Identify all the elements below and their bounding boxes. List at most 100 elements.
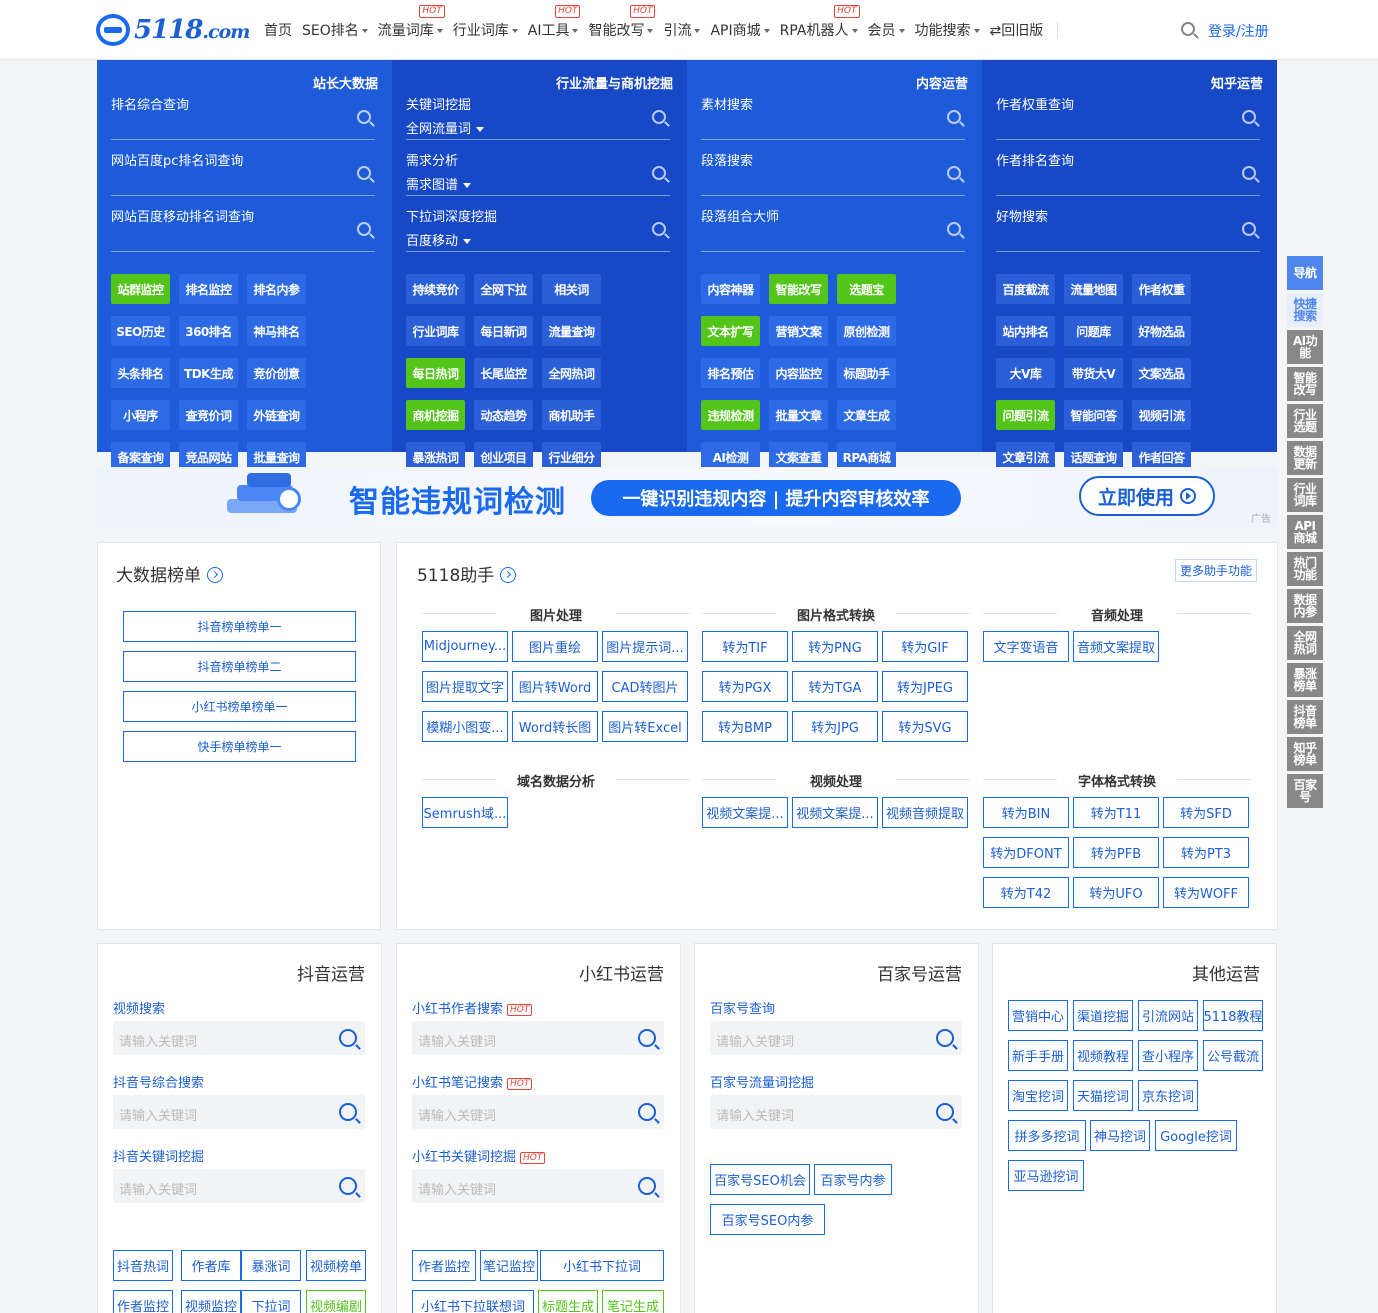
ad-banner[interactable]: 智能违规词检测 一键识别违规内容 | 提升内容审核效率 立即使用 广告 (97, 467, 1277, 527)
search-icon[interactable] (936, 1029, 954, 1047)
nav-item[interactable]: 智能改写 HOT (588, 5, 656, 40)
ops-tool-button[interactable]: 公号截流 (1203, 1040, 1263, 1071)
query-type-select[interactable]: 全网流量词 (406, 118, 485, 137)
side-nav-item[interactable]: 智能改写 (1287, 367, 1323, 401)
ops-tool-button[interactable]: 天猫挖词 (1073, 1080, 1133, 1111)
query-field[interactable]: 排名综合查询 (111, 94, 375, 140)
quick-tool-button[interactable]: 排名内参 (247, 274, 306, 304)
ops-tool-button[interactable]: 5118教程 (1203, 1000, 1263, 1031)
side-nav-item[interactable]: 热门功能 (1287, 552, 1323, 586)
quick-tool-button[interactable]: 每日热词 (406, 358, 465, 388)
ops-tool-button[interactable]: Google挖词 (1155, 1120, 1237, 1151)
nav-item[interactable]: 流量词库 HOT (378, 5, 445, 40)
quick-tool-button[interactable]: 小程序 (111, 400, 170, 430)
quick-tool-button[interactable]: 商机挖掘 (406, 400, 465, 430)
ops-tool-button[interactable]: 抖音热词 (113, 1250, 173, 1281)
quick-tool-button[interactable]: 长尾监控 (474, 358, 533, 388)
tool-button[interactable]: 转为T42 (983, 877, 1069, 908)
ops-tool-button[interactable]: 视频编剧 (306, 1290, 366, 1313)
side-nav-item[interactable]: 导航 (1287, 256, 1323, 290)
nav-item[interactable]: 功能搜索 (915, 20, 980, 40)
search-input[interactable]: 请输入关键词 (710, 1021, 962, 1055)
search-icon[interactable] (652, 222, 666, 236)
ops-tool-button[interactable]: 百家号内参 (814, 1164, 892, 1195)
quick-tool-button[interactable]: 流量地图 (1064, 274, 1123, 304)
ops-tool-button[interactable]: 下拉词 (241, 1290, 301, 1313)
ops-tool-button[interactable]: 百家号SEO机会 (710, 1164, 810, 1195)
side-nav-item[interactable]: 数据更新 (1287, 441, 1323, 475)
nav-item[interactable]: SEO排名 (302, 20, 368, 40)
quick-tool-button[interactable]: 头条排名 (111, 358, 170, 388)
quick-tool-button[interactable]: 大V库 (996, 358, 1055, 388)
quick-tool-button[interactable]: 文案选品 (1132, 358, 1191, 388)
quick-tool-button[interactable]: 问题引流 (996, 400, 1055, 430)
query-field[interactable]: 下拉词深度挖掘 百度移动 (406, 206, 670, 252)
ops-tool-button[interactable]: 京东挖词 (1138, 1080, 1198, 1111)
nav-item[interactable]: ⇄回旧版 (990, 20, 1044, 40)
query-type-select[interactable]: 百度移动 (406, 230, 472, 249)
tool-button[interactable]: 图片提示词... (602, 631, 688, 662)
tool-button[interactable]: 模糊小图变... (422, 711, 508, 742)
banner-cta-button[interactable]: 立即使用 (1079, 476, 1215, 516)
ops-tool-button[interactable]: 新手手册 (1008, 1040, 1068, 1071)
query-field[interactable]: 好物搜索 (996, 206, 1260, 252)
search-icon[interactable] (339, 1177, 357, 1195)
quick-tool-button[interactable]: 带货大V (1064, 358, 1123, 388)
quick-tool-button[interactable]: 每日新词 (474, 316, 533, 346)
quick-tool-button[interactable]: 动态趋势 (474, 400, 533, 430)
more-helper-link[interactable]: 更多助手功能 (1174, 559, 1257, 582)
ops-tool-button[interactable]: 小红书下拉联想词 (412, 1290, 534, 1313)
quick-tool-button[interactable]: 内容神器 (701, 274, 760, 304)
tool-button[interactable]: 转为PGX (702, 671, 788, 702)
search-input[interactable]: 请输入关键词 (113, 1021, 365, 1055)
ops-tool-button[interactable]: 小红书下拉词 (540, 1250, 664, 1281)
side-nav-item[interactable]: 快捷搜索 (1287, 293, 1323, 327)
search-icon[interactable] (947, 222, 961, 236)
quick-tool-button[interactable]: 百度截流 (996, 274, 1055, 304)
search-icon[interactable] (652, 166, 666, 180)
side-nav-item[interactable]: 知乎榜单 (1287, 737, 1323, 771)
quick-tool-button[interactable]: 全网热词 (542, 358, 601, 388)
tool-button[interactable]: 图片转Word (512, 671, 598, 702)
search-icon[interactable] (638, 1103, 656, 1121)
query-field[interactable]: 网站百度pc排名词查询 (111, 150, 375, 196)
tool-button[interactable]: Midjourney... (422, 631, 508, 662)
ops-tool-button[interactable]: 标题生成 (538, 1290, 598, 1313)
nav-item[interactable]: API商城 (710, 20, 770, 40)
ops-tool-button[interactable]: 亚马逊挖词 (1008, 1160, 1084, 1191)
tool-button[interactable]: 转为WOFF (1163, 877, 1249, 908)
rank-list-button[interactable]: 快手榜单榜单一 (123, 731, 356, 762)
tool-button[interactable]: 视频文案提... (702, 797, 788, 828)
ops-tool-button[interactable]: 引流网站 (1138, 1000, 1198, 1031)
quick-tool-button[interactable]: 文本扩写 (701, 316, 760, 346)
site-logo[interactable]: 5118.com (96, 12, 250, 48)
side-nav-item[interactable]: 行业选题 (1287, 404, 1323, 438)
query-field[interactable]: 需求分析 需求图谱 (406, 150, 670, 196)
nav-item[interactable]: 引流 (663, 20, 701, 40)
search-icon[interactable] (638, 1029, 656, 1047)
tool-button[interactable]: Word转长图 (512, 711, 598, 742)
query-field[interactable]: 素材搜索 (701, 94, 965, 140)
search-icon[interactable] (947, 166, 961, 180)
query-field[interactable]: 网站百度移动排名词查询 (111, 206, 375, 252)
side-nav-item[interactable]: AI功能 (1287, 330, 1323, 364)
search-input[interactable]: 请输入关键词 (113, 1095, 365, 1129)
tool-button[interactable]: 视频文案提... (792, 797, 878, 828)
tool-button[interactable]: 转为PFB (1073, 837, 1159, 868)
tool-button[interactable]: CAD转图片 (602, 671, 688, 702)
quick-tool-button[interactable]: 营销文案 (769, 316, 828, 346)
quick-tool-button[interactable]: 流量查询 (542, 316, 601, 346)
query-field[interactable]: 段落搜索 (701, 150, 965, 196)
search-icon[interactable] (1242, 166, 1256, 180)
tool-button[interactable]: Semrush域... (422, 797, 508, 828)
ops-tool-button[interactable]: 暴涨词 (241, 1250, 301, 1281)
quick-tool-button[interactable]: 作者权重 (1132, 274, 1191, 304)
quick-tool-button[interactable]: 神马排名 (247, 316, 306, 346)
search-icon[interactable] (339, 1103, 357, 1121)
tool-button[interactable]: 转为SFD (1163, 797, 1249, 828)
tool-button[interactable]: 视频音频提取 (882, 797, 968, 828)
query-type-select[interactable]: 需求图谱 (406, 174, 472, 193)
query-field[interactable]: 段落组合大师 (701, 206, 965, 252)
ops-tool-button[interactable]: 淘宝挖词 (1008, 1080, 1068, 1111)
search-input[interactable]: 请输入关键词 (412, 1021, 664, 1055)
